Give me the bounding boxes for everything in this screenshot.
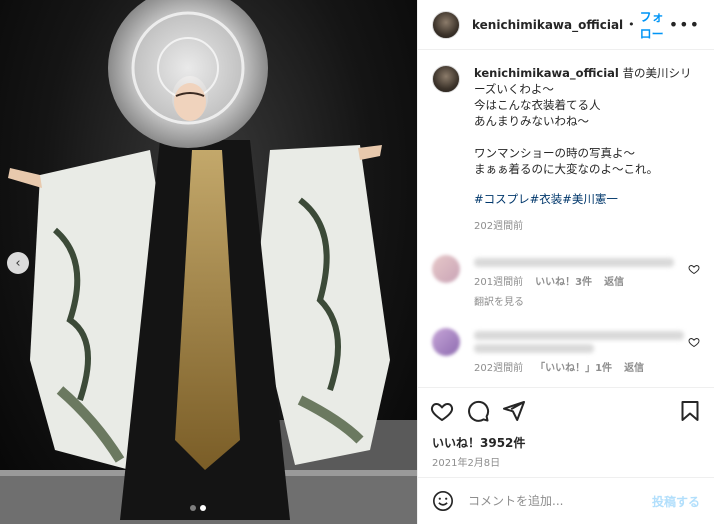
more-horizontal-icon[interactable]: ••• <box>669 15 700 34</box>
blurred-comment-text <box>474 331 684 340</box>
hashtag-link[interactable]: #コスプレ <box>474 192 530 206</box>
reply-button[interactable]: 返信 <box>604 273 624 288</box>
blurred-comment-text <box>474 344 594 353</box>
comment-body: 202週間前 「いいね！」1件 返信 <box>474 328 689 374</box>
caption-body: kenichimikawa_official 昔の美川シリーズいくわよ〜 今はこ… <box>474 65 700 235</box>
post-header: kenichimikawa_official • フォロー ••• <box>418 0 714 50</box>
comment-likes-link[interactable]: いいね！3件 <box>535 273 592 288</box>
comment-timestamp: 202週間前 <box>474 363 524 374</box>
costume-photo-illustration <box>0 0 417 524</box>
share-icon[interactable] <box>502 399 526 423</box>
action-bar <box>418 387 714 433</box>
username-link[interactable]: kenichimikawa_official <box>472 18 623 32</box>
post-date: 2021年2月8日 <box>432 458 501 469</box>
post-comment-button[interactable]: 投稿する <box>652 493 700 510</box>
carousel-dot <box>190 505 196 511</box>
caption-username[interactable]: kenichimikawa_official <box>474 66 619 80</box>
carousel-indicator <box>190 505 206 511</box>
comment-meta: 202週間前 「いいね！」1件 返信 <box>474 359 689 374</box>
caption-message: 昔の美川シリーズいくわよ〜 今はこんな衣装着てる人 あんまりみないわね〜 ワンマ… <box>474 66 692 176</box>
add-comment-bar: 投稿する <box>418 477 714 524</box>
blurred-avatar[interactable] <box>432 255 460 283</box>
comment-item: 202週間前 「いいね！」1件 返信 <box>432 328 700 374</box>
hashtag-link[interactable]: #衣装 <box>530 192 563 206</box>
comments-section: kenichimikawa_official 昔の美川シリーズいくわよ〜 今はこ… <box>418 51 714 387</box>
separator: • <box>628 18 635 31</box>
emoji-icon[interactable] <box>432 490 454 512</box>
post-photo: ‹ <box>0 0 417 524</box>
follow-button[interactable]: フォロー <box>640 8 669 42</box>
comment-likes-link[interactable]: 「いいね！」1件 <box>535 359 612 374</box>
translate-link[interactable]: 翻訳を見る <box>474 293 689 308</box>
avatar[interactable] <box>432 65 460 93</box>
comment-timestamp: 201週間前 <box>474 277 524 288</box>
blurred-comment-text <box>474 258 674 267</box>
caption-timestamp: 202週間前 <box>474 221 524 232</box>
avatar[interactable] <box>432 10 460 39</box>
comment-icon[interactable] <box>466 399 490 423</box>
previous-image-button[interactable]: ‹ <box>7 252 29 274</box>
likes-count[interactable]: いいね！3952件 <box>432 434 525 451</box>
hashtags: #コスプレ#衣装#美川憲一 <box>474 191 700 207</box>
caption-text: kenichimikawa_official 昔の美川シリーズいくわよ〜 今はこ… <box>474 65 700 177</box>
chevron-left-icon: ‹ <box>15 255 21 271</box>
comment-body: 201週間前 いいね！3件 返信 翻訳を見る <box>474 255 689 308</box>
heart-icon[interactable] <box>430 399 454 423</box>
like-comment-heart-icon[interactable] <box>688 263 700 275</box>
comment-input[interactable] <box>468 494 648 508</box>
reply-button[interactable]: 返信 <box>624 359 644 374</box>
post-caption: kenichimikawa_official 昔の美川シリーズいくわよ〜 今はこ… <box>432 65 700 235</box>
comment-meta: 201週間前 いいね！3件 返信 <box>474 273 689 288</box>
like-comment-heart-icon[interactable] <box>688 336 700 348</box>
comment-item: 201週間前 いいね！3件 返信 翻訳を見る <box>432 255 700 308</box>
bookmark-icon[interactable] <box>678 399 702 423</box>
carousel-dot-active <box>200 505 206 511</box>
hashtag-link[interactable]: #美川憲一 <box>562 192 618 206</box>
blurred-avatar[interactable] <box>432 328 460 356</box>
post-sidebar: kenichimikawa_official • フォロー ••• kenich… <box>417 0 714 524</box>
